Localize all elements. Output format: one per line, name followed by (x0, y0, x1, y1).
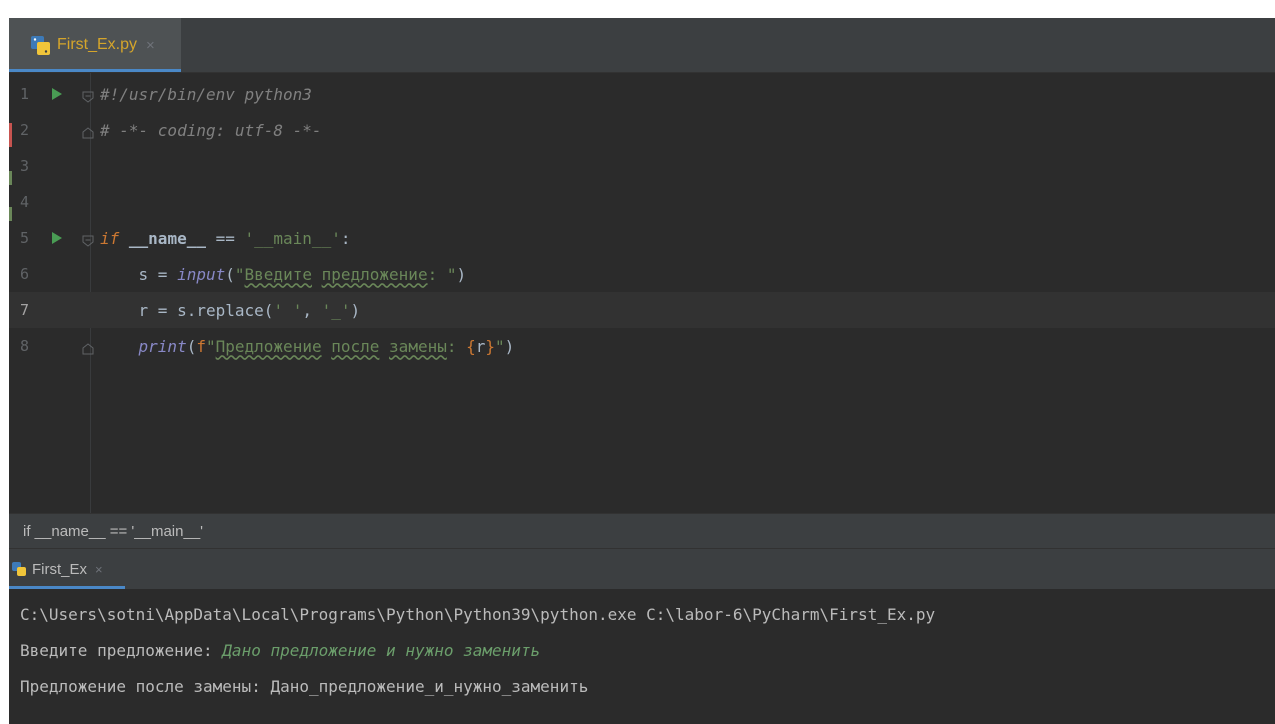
tab-close-icon[interactable]: × (146, 37, 155, 54)
python-file-icon (30, 35, 51, 56)
fold-collapse-icon[interactable] (82, 232, 94, 247)
tab-label: First_Ex.py (57, 36, 138, 53)
line-number: 8 (20, 337, 30, 355)
console-prompt: Введите предложение: (20, 641, 223, 660)
line-number: 3 (20, 157, 30, 175)
code-text: # -*- coding: utf-8 -*- (100, 120, 322, 140)
fold-collapse-icon[interactable] (82, 88, 94, 103)
line-number: 4 (20, 193, 30, 211)
editor-tab-bar: First_Ex.py × (9, 18, 1275, 73)
fold-end-icon[interactable] (82, 124, 94, 139)
run-console[interactable]: C:\Users\sotni\AppData\Local\Programs\Py… (9, 589, 1275, 724)
console-command-line: C:\Users\sotni\AppData\Local\Programs\Py… (20, 605, 936, 624)
breadcrumb: if __name__ == '__main__' (9, 513, 1275, 548)
breadcrumb-item[interactable]: if __name__ == '__main__' (23, 523, 203, 540)
line-number: 6 (20, 265, 30, 283)
console-prompt-line: Введите предложение: Дано предложение и … (20, 641, 540, 660)
run-arrow-icon[interactable] (52, 232, 62, 244)
code-text: #!/usr/bin/env python3 (100, 84, 312, 104)
tab-first-ex-py[interactable]: First_Ex.py × (9, 18, 181, 72)
console-user-input: Дано предложение и нужно заменить (222, 641, 541, 660)
code-line-8[interactable]: 8 print(f"Предложение после замены: {r}"… (9, 328, 1275, 364)
code-text: r = s.replace(' ', '_') (138, 300, 361, 320)
fold-end-icon[interactable] (82, 340, 94, 355)
line-number: 2 (20, 121, 30, 139)
run-tool-window-header: First_Ex × (9, 548, 1275, 589)
line-number: 5 (20, 229, 30, 247)
code-line-7[interactable]: 7 r = s.replace(' ', '_') (9, 292, 1275, 328)
ide-window: First_Ex.py × 1 #!/usr/bin/env python3 2 (9, 18, 1275, 724)
code-line-5[interactable]: 5 if __name__ == '__main__': (9, 220, 1275, 256)
line-number: 7 (20, 301, 30, 319)
code-line-4[interactable]: 4 (9, 184, 1275, 220)
python-run-config-icon (12, 561, 27, 577)
run-tab-close-icon[interactable]: × (95, 562, 103, 577)
run-tab-first-ex[interactable]: First_Ex × (9, 549, 125, 589)
code-text: if __name__ == '__main__': (100, 228, 351, 248)
active-tab-indicator (9, 69, 181, 72)
code-line-1[interactable]: 1 #!/usr/bin/env python3 (9, 76, 1275, 112)
code-line-3[interactable]: 3 (9, 148, 1275, 184)
run-tab-label: First_Ex (32, 560, 88, 578)
code-line-2[interactable]: 2 # -*- coding: utf-8 -*- (9, 112, 1275, 148)
code-text: print(f"Предложение после замены: {r}") (138, 336, 515, 356)
console-result-line: Предложение после замены: Дано_предложен… (20, 677, 589, 696)
code-line-6[interactable]: 6 s = input("Введите предложение: ") (9, 256, 1275, 292)
run-arrow-icon[interactable] (52, 88, 62, 100)
code-editor[interactable]: 1 #!/usr/bin/env python3 2 # -*- coding:… (9, 73, 1275, 513)
code-text: s = input("Введите предложение: ") (138, 264, 467, 284)
line-number: 1 (20, 85, 30, 103)
